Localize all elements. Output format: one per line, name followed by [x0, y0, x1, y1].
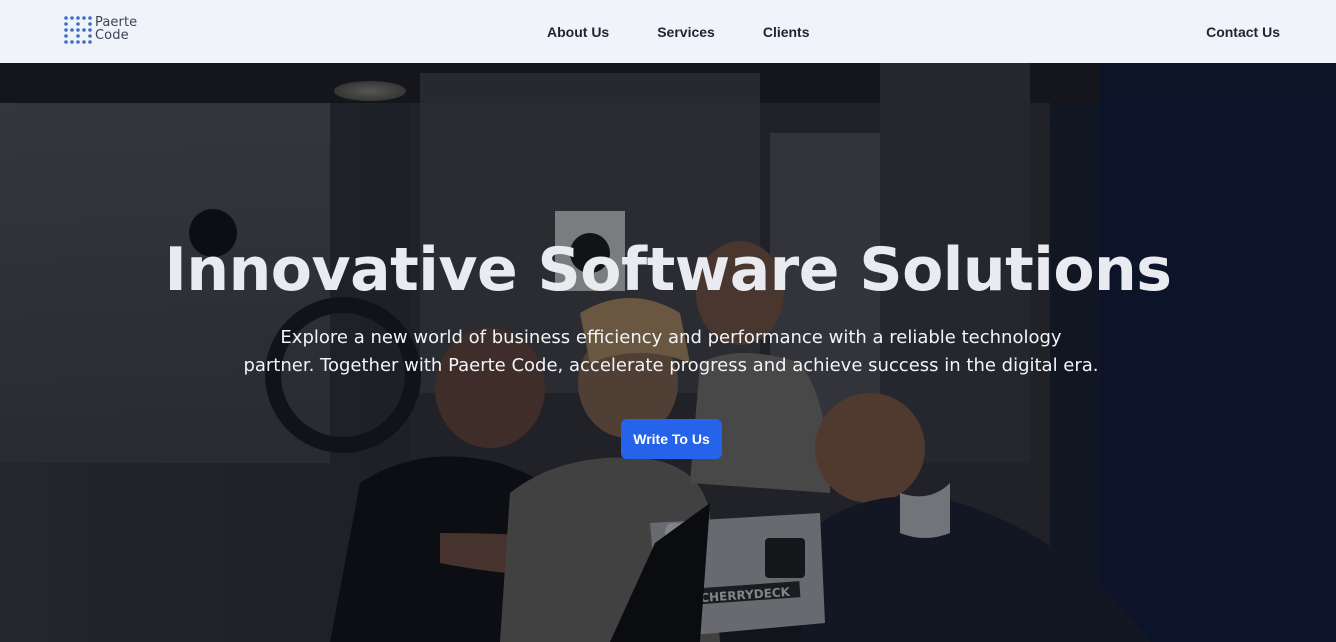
- logo-link[interactable]: Paerte Code: [62, 14, 137, 44]
- nav-right: Contact Us: [1206, 0, 1280, 63]
- main-nav: About Us Services Clients: [547, 0, 810, 63]
- nav-link-clients[interactable]: Clients: [763, 24, 810, 40]
- dot-grid-icon: [64, 16, 92, 44]
- nav-link-contact-us[interactable]: Contact Us: [1206, 24, 1280, 40]
- hero-section: CHERRYDECK Innovative Software Solutions…: [0, 63, 1336, 642]
- nav-link-services[interactable]: Services: [657, 24, 715, 40]
- hero-title: Innovative Software Solutions: [164, 235, 1172, 305]
- nav-link-about-us[interactable]: About Us: [547, 24, 609, 40]
- hero-content: Innovative Software Solutions Explore a …: [0, 63, 1336, 642]
- logo-wordmark: Paerte Code: [95, 16, 137, 42]
- write-to-us-button[interactable]: Write To Us: [621, 419, 722, 459]
- logo-line-2: Code: [95, 28, 129, 43]
- navbar: Paerte Code About Us Services Clients Co…: [0, 0, 1336, 63]
- hero-subtitle: Explore a new world of business efficien…: [243, 327, 1099, 376]
